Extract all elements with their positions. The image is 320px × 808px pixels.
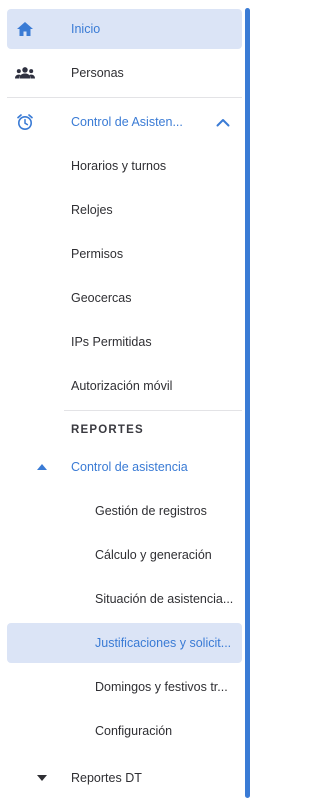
nav-label-control-asistencia: Control de Asisten... xyxy=(71,115,183,129)
nav-item-gestion-registros[interactable]: Gestión de registros xyxy=(7,491,242,531)
alarm-clock-icon xyxy=(15,112,35,132)
nav-item-domingos-festivos[interactable]: Domingos y festivos tr... xyxy=(7,667,242,707)
nav-item-inicio[interactable]: Inicio xyxy=(7,9,242,49)
sidebar: Inicio Personas Control de Asisten... Ho… xyxy=(0,0,246,808)
nav-label-geocercas: Geocercas xyxy=(71,291,132,305)
section-title-reportes: REPORTES xyxy=(71,424,144,436)
nav-item-ips-permitidas[interactable]: IPs Permitidas xyxy=(7,322,242,362)
nav-label-relojes: Relojes xyxy=(71,203,113,217)
nav-item-reportes-dt[interactable]: Reportes DT xyxy=(7,758,242,798)
nav-label-reportes-control-asistencia: Control de asistencia xyxy=(71,460,188,474)
nav-label-gestion-registros: Gestión de registros xyxy=(95,504,207,518)
nav-label-permisos: Permisos xyxy=(71,247,124,261)
nav-label-calculo-generacion: Cálculo y generación xyxy=(95,548,212,562)
nav-label-reportes-dt: Reportes DT xyxy=(71,771,142,785)
nav-item-geocercas[interactable]: Geocercas xyxy=(7,278,242,318)
divider xyxy=(7,97,242,98)
nav-label-autorizacion-movil: Autorización móvil xyxy=(71,379,173,393)
nav-item-permisos[interactable]: Permisos xyxy=(7,234,242,274)
nav-item-situacion-asistencia[interactable]: Situación de asistencia... xyxy=(7,579,242,619)
nav-item-reportes-control-asistencia[interactable]: Control de asistencia xyxy=(7,447,242,487)
nav-label-horarios: Horarios y turnos xyxy=(71,159,167,173)
chevron-up-icon[interactable] xyxy=(214,113,232,131)
nav-label-ips-permitidas: IPs Permitidas xyxy=(71,335,152,349)
home-icon xyxy=(15,19,35,39)
nav-label-situacion-asistencia: Situación de asistencia... xyxy=(95,592,234,606)
people-icon xyxy=(15,63,35,83)
nav-item-autorizacion-movil[interactable]: Autorización móvil xyxy=(7,366,242,406)
caret-down-icon xyxy=(35,773,49,783)
nav-item-control-asistencia[interactable]: Control de Asisten... xyxy=(7,102,242,142)
nav-item-calculo-generacion[interactable]: Cálculo y generación xyxy=(7,535,242,575)
nav-item-relojes[interactable]: Relojes xyxy=(7,190,242,230)
nav-item-personas[interactable]: Personas xyxy=(7,53,242,93)
nav-label-personas: Personas xyxy=(71,66,124,80)
nav-label-domingos-festivos: Domingos y festivos tr... xyxy=(95,680,228,694)
nav-item-justificaciones[interactable]: Justificaciones y solicit... xyxy=(7,623,242,663)
nav-label-inicio: Inicio xyxy=(71,22,101,36)
scrollbar[interactable] xyxy=(245,8,250,798)
divider xyxy=(64,410,242,411)
nav-label-justificaciones: Justificaciones y solicit... xyxy=(95,636,232,650)
caret-up-icon xyxy=(35,462,49,472)
nav-item-horarios[interactable]: Horarios y turnos xyxy=(7,146,242,186)
nav-label-configuracion: Configuración xyxy=(95,724,173,738)
nav-item-configuracion[interactable]: Configuración xyxy=(7,711,242,751)
